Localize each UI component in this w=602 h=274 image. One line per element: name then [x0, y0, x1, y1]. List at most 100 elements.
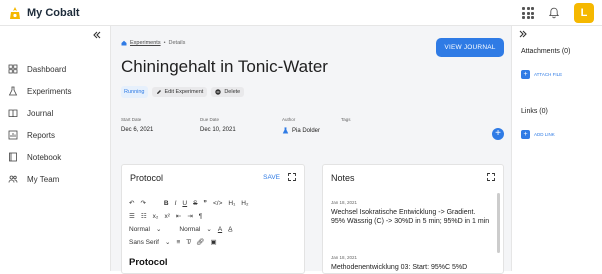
- redo-icon[interactable]: ↷: [140, 199, 145, 207]
- attach-file-button[interactable]: + ATTACH FILE: [521, 70, 562, 79]
- chevron-down-icon: ⌄: [155, 226, 162, 233]
- status-badge: Running: [121, 86, 148, 98]
- editor-toolbar-row-2: ☰ ☷ x₂ x² ⇤ ⇥ ¶: [129, 212, 203, 221]
- pencil-icon: [156, 90, 161, 94]
- edit-experiment-label: Edit Experiment: [164, 89, 204, 95]
- save-button[interactable]: SAVE: [263, 174, 280, 181]
- sidebar-item-label: Journal: [27, 108, 54, 118]
- undo-icon[interactable]: ↶: [129, 199, 134, 207]
- protocol-card: Protocol SAVE ↶ ↷ B I U S ❞ </> H₁ H₂ ☰ …: [121, 164, 305, 274]
- highlight-icon[interactable]: A̲: [228, 226, 232, 233]
- subscript-icon[interactable]: x₂: [153, 213, 159, 220]
- start-date-label: Start Date: [121, 117, 142, 122]
- sidebar-item-label: Notebook: [27, 152, 62, 162]
- outdent-icon[interactable]: ⇤: [176, 212, 181, 220]
- note-text: Wechsel Isokratische Entwicklung -> Grad…: [331, 209, 490, 226]
- sidebar-item-dashboard[interactable]: Dashboard: [0, 58, 111, 80]
- editor-toolbar-row-1: ↶ ↷ B I U S ❞ </> H₁ H₂: [129, 199, 248, 208]
- notes-scrollbar[interactable]: [497, 193, 500, 253]
- note-item[interactable]: Jan 18, 2021 Methodenentwicklung 03: Sta…: [331, 255, 491, 272]
- user-avatar[interactable]: L: [574, 3, 594, 23]
- chevron-down-icon: ⌄: [206, 226, 212, 233]
- link-icon[interactable]: 🔗︎: [196, 238, 204, 246]
- expand-panel-icon[interactable]: [518, 29, 528, 39]
- align-icon[interactable]: ≡: [176, 239, 180, 246]
- sidebar-item-my-team[interactable]: My Team: [0, 168, 111, 190]
- clear-format-icon[interactable]: T̸: [186, 239, 190, 246]
- italic-icon[interactable]: I: [175, 200, 177, 207]
- apps-grid-icon[interactable]: [522, 7, 534, 19]
- delete-label: Delete: [224, 89, 241, 95]
- sidebar-item-label: Experiments: [27, 86, 72, 96]
- bell-icon[interactable]: [548, 7, 560, 19]
- superscript-icon[interactable]: x²: [164, 213, 169, 220]
- top-bar: My Cobalt L: [0, 0, 602, 26]
- right-panel: Attachments (0) + ATTACH FILE Links (0) …: [511, 26, 602, 271]
- due-date-label: Due Date: [200, 117, 220, 122]
- sidebar-item-notebook[interactable]: Notebook: [0, 146, 111, 168]
- strike-icon[interactable]: S: [193, 200, 197, 207]
- team-icon: [8, 175, 18, 183]
- sidebar: Dashboard Experiments Journal Reports No…: [0, 26, 111, 271]
- h1-icon[interactable]: H₁: [228, 200, 235, 207]
- add-link-label: ADD LINK: [534, 132, 555, 137]
- expand-icon[interactable]: [487, 173, 495, 181]
- code-icon[interactable]: </>: [213, 200, 222, 207]
- author-label: Author: [282, 117, 296, 122]
- breadcrumb: Experiments • Details: [121, 40, 185, 46]
- expand-icon[interactable]: [288, 173, 296, 181]
- sidebar-item-label: Dashboard: [27, 64, 67, 74]
- app-name: My Cobalt: [27, 6, 80, 19]
- protocol-heading[interactable]: Protocol: [129, 257, 168, 268]
- sidebar-item-label: Reports: [27, 130, 56, 140]
- dashboard-icon: [8, 64, 18, 74]
- add-tag-button[interactable]: +: [492, 128, 504, 140]
- edit-experiment-button[interactable]: Edit Experiment: [151, 87, 208, 97]
- underline-icon[interactable]: U: [182, 200, 187, 207]
- cobalt-logo-icon: [10, 6, 20, 19]
- sidebar-nav: Dashboard Experiments Journal Reports No…: [0, 58, 111, 190]
- app-logo[interactable]: My Cobalt: [8, 6, 80, 20]
- bullet-list-icon[interactable]: ☷: [141, 212, 147, 220]
- add-link-button[interactable]: + ADD LINK: [521, 130, 555, 139]
- text-color-icon[interactable]: A: [218, 226, 222, 233]
- plus-icon: +: [521, 130, 530, 139]
- sidebar-item-journal[interactable]: Journal: [0, 102, 111, 124]
- sidebar-item-reports[interactable]: Reports: [0, 124, 111, 146]
- delete-button[interactable]: Delete: [211, 87, 245, 97]
- view-journal-button[interactable]: VIEW JOURNAL: [436, 38, 504, 57]
- note-item[interactable]: Jan 18, 2021 Wechsel Isokratische Entwic…: [331, 200, 491, 226]
- flask-icon: [282, 127, 289, 134]
- ordered-list-icon[interactable]: ☰: [129, 212, 135, 220]
- main-content: Experiments • Details Chiningehalt in To…: [111, 26, 511, 274]
- bold-icon[interactable]: B: [164, 200, 169, 207]
- notes-title: Notes: [331, 173, 355, 183]
- notebook-icon: [9, 152, 17, 162]
- start-date-value: Dec 6, 2021: [121, 127, 154, 133]
- protocol-title: Protocol: [130, 173, 164, 183]
- font-select[interactable]: Sans Serif: [129, 239, 159, 246]
- header-select[interactable]: Normal: [179, 226, 200, 233]
- quote-icon[interactable]: ❞: [203, 199, 207, 207]
- breadcrumb-current: Details: [168, 40, 186, 46]
- paragraph-icon[interactable]: ¶: [199, 213, 203, 220]
- page-title: Chiningehalt in Tonic-Water: [121, 57, 328, 76]
- delete-icon: [215, 89, 222, 95]
- notes-card: Notes Jan 18, 2021 Wechsel Isokratische …: [322, 164, 504, 274]
- attachments-title: Attachments (0): [521, 48, 571, 55]
- size-select[interactable]: Normal: [129, 226, 150, 233]
- h2-icon[interactable]: H₂: [241, 200, 248, 207]
- links-title: Links (0): [521, 108, 548, 115]
- chevron-down-icon: ⌄: [165, 239, 171, 246]
- author-value: Pia Dolder: [282, 127, 320, 134]
- book-icon: [8, 109, 18, 118]
- editor-toolbar-row-4: Sans Serif ⌄ ≡ T̸ 🔗︎ ▣: [129, 238, 217, 247]
- breadcrumb-separator: •: [163, 40, 166, 46]
- breadcrumb-link-experiments[interactable]: Experiments: [130, 40, 161, 46]
- editor-toolbar-row-3: Normal ⌄ Normal ⌄ A A̲: [129, 225, 233, 234]
- sidebar-item-experiments[interactable]: Experiments: [0, 80, 111, 102]
- collapse-sidebar-icon[interactable]: [92, 30, 102, 40]
- home-icon: [121, 40, 127, 46]
- image-icon[interactable]: ▣: [211, 238, 217, 246]
- indent-icon[interactable]: ⇥: [187, 212, 192, 220]
